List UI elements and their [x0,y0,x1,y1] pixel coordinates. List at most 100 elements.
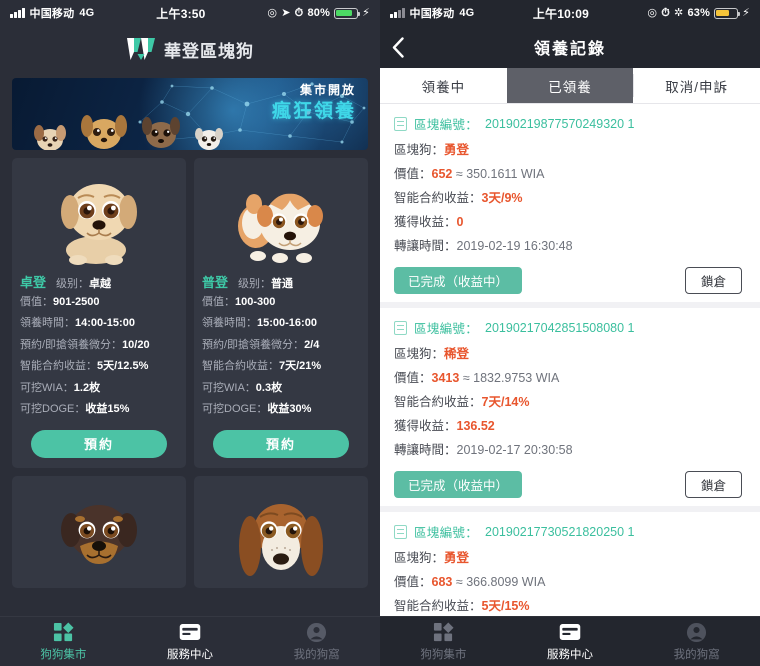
block-number-value: 20190219877570249320 1 [485,116,635,131]
doge-row: 可挖DOGE：收益30% [202,403,312,416]
earned-row: 獲得收益：136.52 [394,419,495,433]
book-button[interactable]: 預約 [213,429,349,458]
banner-dogs-artwork [30,102,226,150]
contract-row: 智能合約收益：5天/12.5% [20,360,149,373]
tab-cancel-appeal[interactable]: 取消/申訴 [633,68,760,103]
lock-position-button[interactable]: 鎖倉 [684,267,742,294]
user-icon [686,621,707,643]
user-icon [306,621,327,643]
dog-card[interactable] [194,475,368,588]
right-phone-screen: 中国移动 4G 上午10:09 ◎ ⏱ ✲ 63% ⚡ 領養記錄 領養中 已領養… [380,0,760,666]
quota-row: 預約/即搶領養微分：10/20 [20,338,150,351]
tab-dog-market[interactable]: 狗狗集市 [0,621,127,662]
record-item[interactable]: 區塊編號： 20190217730521820250 1 區塊狗：勇登 價值：6… [380,512,760,616]
tab-label: 狗狗集市 [420,649,467,661]
carrier-label: 中国移动 [409,8,455,20]
value-row: 價值：683 ≈ 366.8099 WIA [394,575,546,589]
tab-label: 狗狗集市 [40,649,87,661]
status-left: 中国移动 4G [10,5,94,21]
dog-row: 區塊狗：勇登 [394,551,470,565]
wia-row: 可挖WIA：0.3枚 [202,381,283,394]
lock-position-button[interactable]: 鎖倉 [684,471,742,498]
record-header: 區塊編號： 20190217042851508080 1 [394,318,746,337]
quota-row: 預約/即搶領養微分：2/4 [202,338,320,351]
tab-adopting[interactable]: 領養中 [380,68,507,103]
tab-service-center[interactable]: 服務中心 [127,621,254,662]
banner-line-2: 瘋狂領養 [271,100,356,122]
block-number-value: 20190217730521820250 1 [485,524,635,539]
tab-label: 服務中心 [167,649,213,661]
level-value: 卓越 [89,278,112,290]
earned-row: 獲得收益：0 [394,215,464,229]
level-label: 级别： [238,278,272,290]
value-row: 價值：3413 ≈ 1832.9753 WIA [394,371,560,385]
dog-thumbnail-basset-hound [202,484,360,588]
dog-card[interactable]: 普登 级别：普通 價值：100-300 領養時間：15:00-16:00 預約/… [194,158,368,468]
value-row: 價值：100-300 [202,296,276,308]
record-header: 區塊編號： 20190219877570249320 1 [394,114,746,133]
dog-title-row: 卓登 级别：卓越 [20,272,178,291]
record-header: 區塊編號： 20190217730521820250 1 [394,522,746,541]
battery-percent-label: 80% [307,7,331,19]
tab-my-kennel[interactable]: 我的狗窩 [633,621,760,662]
promo-banner[interactable]: 集市開放 瘋狂領養 [12,78,368,150]
tab-my-kennel[interactable]: 我的狗窩 [253,621,380,662]
status-time: 上午10:09 [532,6,589,21]
grid-blocks-icon [433,621,454,643]
tab-dog-market[interactable]: 狗狗集市 [380,621,507,662]
status-done-button[interactable]: 已完成（收益中） [394,267,523,294]
charging-bolt-icon: ⚡ [362,6,370,19]
record-item[interactable]: 區塊編號： 20190219877570249320 1 區塊狗：勇登 價值：6… [380,104,760,308]
transfer-time-row: 轉讓時間：2019-02-19 16:30:48 [394,239,573,253]
dog-thumbnail-bulldog [202,166,360,270]
tab-service-center[interactable]: 服務中心 [507,621,634,662]
tab-label: 我的狗窩 [293,649,340,661]
document-icon [394,320,407,335]
value-row: 價值：652 ≈ 350.1611 WIA [394,167,545,181]
dog-thumbnail-rottweiler [20,484,178,588]
card-icon [179,621,201,643]
dog-card[interactable]: 卓登 级别：卓越 價值：901-2500 領養時間：14:00-15:00 預約… [12,158,186,468]
document-icon [394,524,407,539]
battery-percent-label: 63% [687,7,711,19]
dog-thumbnail-golden-retriever [20,166,178,270]
left-phone-screen: 中国移动 4G 上午3:50 ◎ ➤ ⏱ 80% ⚡ 華登區塊狗 集市開放 瘋狂… [0,0,380,666]
page-title: 領養記錄 [533,41,606,58]
adopt-time-row: 領養時間：15:00-16:00 [202,317,317,330]
tab-label: 我的狗窩 [673,649,720,661]
dog-card[interactable] [12,475,186,588]
left-bottom-tabbar: 狗狗集市 服務中心 我的狗窩 [0,616,380,666]
level-label: 级别： [56,278,90,290]
doge-row: 可挖DOGE：收益15% [20,403,130,416]
block-number-label: 區塊編號： [414,526,479,540]
tab-label: 服務中心 [547,649,593,661]
dog-row: 區塊狗：稀登 [394,347,470,361]
right-status-bar: 中国移动 4G 上午10:09 ◎ ⏱ ✲ 63% ⚡ [380,0,760,26]
dog-cards-grid: 卓登 级别：卓越 價值：901-2500 領養時間：14:00-15:00 預約… [12,158,368,588]
record-actions: 已完成（收益中） 鎖倉 [394,267,746,294]
bluetooth-icon: ✲ [674,6,684,19]
back-button[interactable] [392,26,404,68]
tab-adopted[interactable]: 已領養 [506,68,634,103]
charging-bolt-icon: ⚡ [742,6,750,19]
status-time: 上午3:50 [156,6,206,21]
location-services-icon: ◎ [267,6,278,19]
signal-bars-icon [390,8,405,18]
signal-bars-icon [10,8,25,18]
status-left: 中国移动 4G [390,5,474,21]
records-list[interactable]: 區塊編號： 20190219877570249320 1 區塊狗：勇登 價值：6… [380,104,760,616]
status-done-button[interactable]: 已完成（收益中） [394,471,523,498]
dog-name: 普登 [202,275,229,290]
record-actions: 已完成（收益中） 鎖倉 [394,471,746,498]
record-item[interactable]: 區塊編號： 20190217042851508080 1 區塊狗：稀登 價值：3… [380,308,760,512]
card-icon [559,621,581,643]
network-label: 4G [79,7,95,19]
level-value: 普通 [271,278,294,290]
dual-phone-screenshot: 中国移动 4G 上午3:50 ◎ ➤ ⏱ 80% ⚡ 華登區塊狗 集市開放 瘋狂… [0,0,760,666]
network-label: 4G [459,7,475,19]
adopt-time-row: 領養時間：14:00-15:00 [20,317,135,330]
book-button[interactable]: 預約 [31,429,167,458]
banner-line-1: 集市開放 [299,83,356,97]
contract-row: 智能合約收益：7天/21% [202,360,322,373]
chevron-left-icon [392,36,404,58]
